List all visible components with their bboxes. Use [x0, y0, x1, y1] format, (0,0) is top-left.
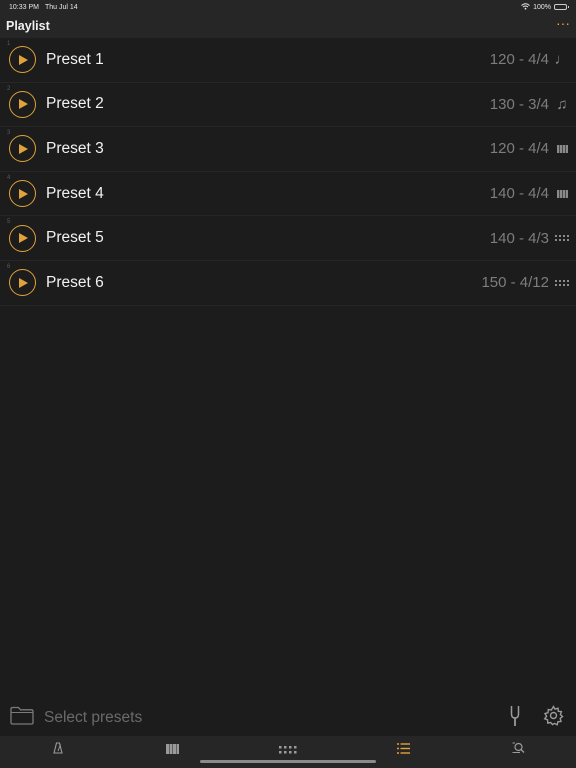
play-icon	[19, 233, 28, 244]
quarter-note-icon: ♩	[554, 51, 570, 69]
preset-meta: 120 - 4/4 ♩	[490, 51, 570, 68]
preset-name: Preset 6	[46, 273, 104, 291]
row-index: 2	[7, 85, 11, 92]
list-icon	[396, 741, 410, 759]
play-icon	[19, 99, 28, 110]
battery-icon	[554, 4, 569, 10]
preset-meta: 150 - 4/12	[481, 274, 570, 291]
play-icon	[19, 188, 28, 199]
list-item[interactable]: 3 Preset 3 120 - 4/4	[0, 127, 576, 172]
row-index: 3	[7, 130, 11, 137]
battery-percent: 100%	[533, 3, 551, 11]
tempo-signature: 120 - 4/4	[489, 140, 549, 158]
preset-name: Preset 2	[46, 95, 104, 113]
list-item[interactable]: 6 Preset 6 150 - 4/12	[0, 261, 576, 306]
preset-name: Preset 4	[46, 184, 104, 202]
play-button[interactable]	[9, 269, 36, 297]
row-index: 1	[7, 41, 11, 47]
preset-meta: 140 - 4/4	[490, 185, 570, 202]
preset-name: Preset 1	[46, 50, 104, 68]
dots-grid-icon	[554, 275, 570, 291]
tempo-signature: 120 - 4/4	[489, 51, 549, 69]
tab-playlist[interactable]	[383, 742, 423, 758]
dots-grid-icon	[554, 230, 570, 246]
status-bar: 10:33 PM Thu Jul 14 100%	[0, 0, 576, 14]
play-icon	[19, 143, 28, 154]
home-indicator	[200, 760, 376, 763]
preset-name: Preset 5	[46, 229, 104, 247]
list-item[interactable]: 4 Preset 4 140 - 4/4	[0, 172, 576, 217]
toolbar-actions	[509, 705, 566, 732]
preset-meta: 140 - 4/3	[490, 230, 570, 247]
preset-meta: 120 - 4/4	[490, 140, 570, 157]
gear-icon[interactable]	[543, 705, 564, 731]
tuning-fork-icon[interactable]	[509, 705, 521, 732]
nav-bar: Playlist ···	[0, 14, 576, 38]
preset-name: Preset 3	[46, 139, 104, 157]
tempo-signature: 140 - 4/4	[489, 185, 549, 203]
tab-bar	[0, 736, 576, 768]
preset-meta: 130 - 3/4 ♫	[490, 96, 570, 113]
play-button[interactable]	[9, 90, 36, 118]
bars-icon	[166, 741, 180, 759]
play-button[interactable]	[9, 180, 36, 208]
tab-dots[interactable]	[268, 742, 308, 758]
tempo-signature: 140 - 4/3	[489, 229, 549, 247]
eighth-notes-icon: ♫	[556, 95, 568, 113]
bars-icon	[554, 186, 570, 202]
status-date: Thu Jul 14	[44, 3, 78, 11]
list-item[interactable]: 2 Preset 2 130 - 3/4 ♫	[0, 83, 576, 128]
bars-icon	[554, 141, 570, 157]
wifi-icon	[521, 2, 530, 12]
page-title: Playlist	[6, 19, 50, 33]
tempo-signature: 130 - 3/4	[489, 95, 549, 113]
preset-list: 1 Preset 1 120 - 4/4 ♩ 2 Preset 2 130 - …	[0, 38, 576, 306]
play-icon	[19, 277, 28, 288]
dots-grid-icon	[278, 741, 297, 759]
list-item[interactable]: 1 Preset 1 120 - 4/4 ♩	[0, 38, 576, 83]
play-icon	[19, 54, 28, 65]
play-button[interactable]	[9, 224, 36, 252]
bottom-toolbar: Select presets	[0, 700, 576, 736]
tab-search[interactable]	[498, 742, 538, 758]
status-time: 10:33 PM	[9, 3, 39, 11]
tempo-signature: 150 - 4/12	[481, 274, 549, 292]
row-index: 5	[7, 219, 11, 226]
row-index: 4	[7, 174, 11, 181]
tab-metronome[interactable]	[38, 742, 78, 758]
status-right: 100%	[521, 2, 569, 12]
metronome-icon	[52, 741, 63, 759]
folder-icon[interactable]	[10, 706, 34, 730]
more-button[interactable]: ···	[556, 16, 570, 36]
play-button[interactable]	[9, 135, 36, 163]
list-item[interactable]: 5 Preset 5 140 - 4/3	[0, 216, 576, 261]
row-index: 6	[7, 263, 11, 270]
play-button[interactable]	[9, 46, 36, 74]
search-icon	[512, 741, 525, 759]
select-presets-button[interactable]: Select presets	[44, 709, 142, 727]
tab-bars[interactable]	[153, 742, 193, 758]
